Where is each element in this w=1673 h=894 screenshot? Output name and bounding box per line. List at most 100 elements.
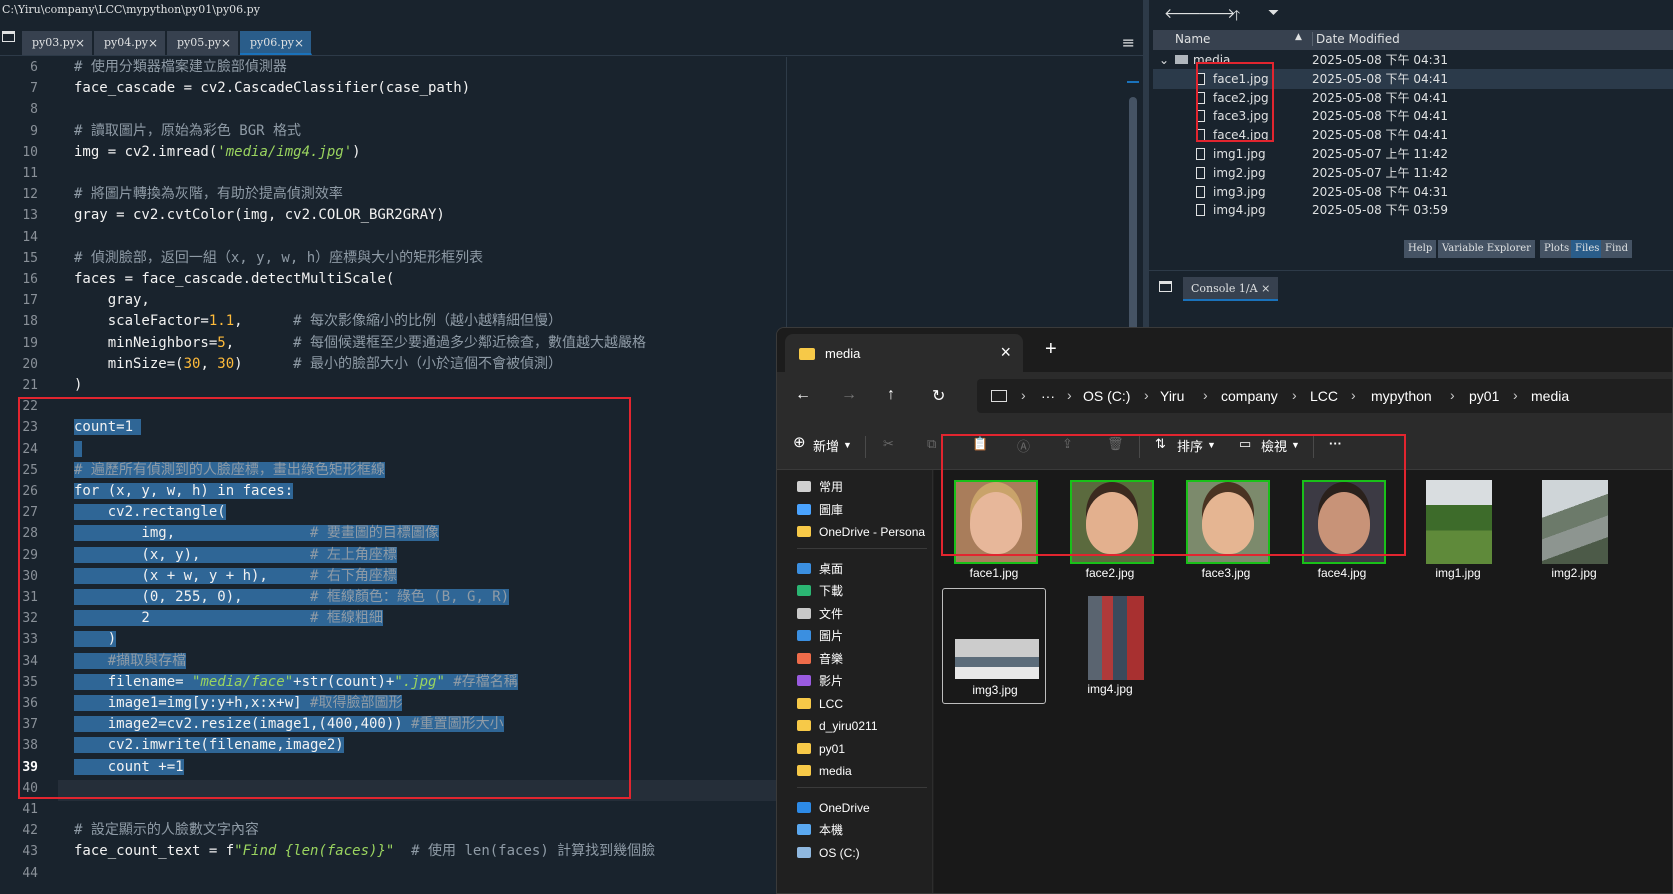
sidebar-item[interactable]: 圖庫 (797, 499, 937, 521)
file-thumbnail[interactable]: img3.jpg (942, 588, 1046, 704)
new-button[interactable]: 新增 (813, 436, 839, 455)
code-line[interactable]: minSize=(30, 30) # 最小的臉部大小（小於這個不會被偵測） (74, 354, 562, 375)
tab-console[interactable]: Console 1/A × (1183, 277, 1279, 301)
image-file-icon (1196, 166, 1205, 179)
copy-icon[interactable]: ⧉ (927, 436, 936, 452)
annotation-box-faces (941, 434, 1406, 556)
file-name: img4.jpg (1087, 682, 1133, 696)
tab-variable-explorer[interactable]: Variable Explorer (1438, 240, 1535, 258)
scrollbar-thumb[interactable] (1129, 97, 1137, 357)
code-line[interactable]: scaleFactor=1.1, # 每次影像縮小的比例（越小越精細但慢） (74, 311, 562, 332)
back-arrow-icon[interactable]: 🡐 (1164, 5, 1202, 22)
breadcrumb-lcc[interactable]: LCC (1310, 388, 1338, 404)
code-line[interactable]: # 使用分類器檔案建立臉部偵測器 (74, 57, 287, 78)
breadcrumb-mypython[interactable]: mypython (1371, 388, 1432, 404)
forward-arrow-icon[interactable]: 🡒 (1198, 5, 1236, 22)
code-line[interactable]: # 將圖片轉換為灰階，有助於提高偵測效率 (74, 184, 343, 205)
close-icon[interactable]: × (221, 31, 231, 55)
tab-py04[interactable]: py04.py × (94, 31, 166, 55)
code-line[interactable]: gray, (74, 290, 150, 311)
file-name: img3.jpg (972, 683, 1018, 697)
close-icon[interactable]: × (1000, 342, 1011, 363)
folder-icon (1175, 55, 1188, 64)
pane-browse-icon[interactable] (1159, 281, 1172, 292)
line-number: 41 (22, 802, 38, 817)
close-icon[interactable]: × (1261, 282, 1270, 295)
new-tab-icon[interactable]: + (1045, 338, 1057, 361)
sidebar-item-lcc[interactable]: LCC (797, 693, 937, 715)
tab-files[interactable]: Files (1571, 240, 1604, 258)
chevron-down-icon[interactable]: ⌄ (1159, 50, 1169, 70)
sidebar-item-onedrive[interactable]: OneDrive (797, 797, 937, 819)
file-explorer-window: media × + ← → ↑ ↻ › ··· › OS (C:) › Yiru… (776, 327, 1673, 894)
tree-item-date: 2025-05-07 上午 11:42 (1312, 147, 1448, 161)
tree-file-item[interactable]: img1.jpg 2025-05-07 上午 11:42 (1153, 144, 1673, 164)
file-thumbnail[interactable]: img1.jpg (1406, 472, 1510, 588)
sidebar-item[interactable]: 本機 (797, 819, 937, 841)
breadcrumb-company[interactable]: company (1221, 388, 1278, 404)
tree-file-item[interactable]: img4.jpg 2025-05-08 下午 03:59 (1153, 200, 1673, 220)
cut-icon[interactable]: ✂ (883, 436, 894, 452)
filter-icon[interactable]: ⏷ (1268, 5, 1279, 21)
close-icon[interactable]: × (75, 31, 85, 55)
sidebar-item-media[interactable]: media (797, 760, 937, 782)
file-thumbnail[interactable]: img2.jpg (1522, 472, 1626, 588)
forward-arrow-icon[interactable]: → (841, 386, 857, 404)
up-arrow-icon[interactable]: 🡑 (1233, 5, 1240, 29)
sidebar-item[interactable]: 圖片📌 (797, 625, 951, 647)
code-line[interactable]: ) (74, 375, 82, 396)
code-line[interactable]: gray = cv2.cvtColor(img, cv2.COLOR_BGR2G… (74, 205, 445, 226)
pane-browse-icon[interactable] (2, 31, 15, 42)
sidebar-item[interactable]: 影片📌 (797, 670, 951, 692)
sidebar-item-onedrive-persona[interactable]: OneDrive - Persona (797, 521, 937, 543)
tab-py05[interactable]: py05.py × (167, 31, 239, 55)
breadcrumb-os[interactable]: OS (C:) (1083, 388, 1130, 404)
desktop-icon (797, 562, 811, 574)
tab-py06[interactable]: py06.py × (240, 31, 312, 55)
sidebar-item[interactable]: 文件📌 (797, 603, 951, 625)
code-line[interactable]: minNeighbors=5, # 每個候選框至少要通過多少鄰近檢查，數值越大越… (74, 333, 646, 354)
close-icon[interactable]: × (148, 31, 158, 55)
up-arrow-icon[interactable]: ↑ (887, 386, 895, 404)
sidebar-item[interactable]: 常用 (797, 476, 937, 498)
sidebar-item-os-c[interactable]: OS (C:) (797, 842, 937, 864)
sidebar-item-py01[interactable]: py01 (797, 738, 937, 760)
hamburger-menu-icon[interactable]: ≡ (1122, 33, 1135, 52)
tree-file-item[interactable]: img3.jpg 2025-05-08 下午 04:31 (1153, 182, 1673, 202)
back-arrow-icon[interactable]: ← (795, 386, 811, 404)
code-line[interactable]: face_count_text = f"Find {len(faces)}" #… (74, 841, 655, 862)
address-bar[interactable]: › ··· › OS (C:) › Yiru › company › LCC ›… (977, 379, 1672, 413)
sidebar-item[interactable]: 桌面📌 (797, 558, 951, 580)
tree-file-item[interactable]: img2.jpg 2025-05-07 上午 11:42 (1153, 163, 1673, 183)
tab-find[interactable]: Find (1601, 240, 1632, 258)
code-line[interactable]: # 設定顯示的人臉數文字內容 (74, 820, 259, 841)
tab-plots[interactable]: Plots (1540, 240, 1574, 258)
image-file-icon (1196, 185, 1205, 198)
code-line[interactable]: face_cascade = cv2.CascadeClassifier(cas… (74, 78, 470, 99)
breadcrumb-media[interactable]: media (1531, 388, 1569, 404)
column-date-modified[interactable]: Date Modified (1312, 32, 1400, 46)
sidebar-item[interactable]: 音樂📌 (797, 648, 951, 670)
code-line[interactable]: img = cv2.imread('media/img4.jpg') (74, 142, 361, 163)
console-tab-label: Console 1/A (1191, 282, 1258, 295)
explorer-navbar: ← → ↑ ↻ › ··· › OS (C:) › Yiru › company… (777, 372, 1672, 422)
tab-py03[interactable]: py03.py × (22, 31, 93, 55)
line-number: 12 (22, 187, 38, 202)
breadcrumb-yiru[interactable]: Yiru (1160, 388, 1184, 404)
code-line[interactable]: faces = face_cascade.detectMultiScale( (74, 269, 394, 290)
pictures-icon (797, 630, 811, 641)
refresh-icon[interactable]: ↻ (932, 386, 945, 406)
tree-item-date: 2025-05-08 下午 04:41 (1312, 128, 1448, 143)
code-line[interactable]: # 讀取圖片，原始為彩色 BGR 格式 (74, 121, 301, 142)
column-name[interactable]: Name (1175, 32, 1210, 46)
file-thumbnail[interactable]: img4.jpg (1058, 588, 1162, 704)
sidebar-item[interactable]: 下載📌 (797, 580, 951, 602)
code-line[interactable]: # 偵測臉部，返回一組（x, y, w, h）座標與大小的矩形框列表 (74, 248, 483, 269)
tab-help[interactable]: Help (1404, 240, 1437, 258)
breadcrumb-py01[interactable]: py01 (1469, 388, 1499, 404)
explorer-tab-media[interactable]: media × (785, 334, 1023, 372)
close-icon[interactable]: × (294, 31, 304, 55)
sidebar-item-d-yiru0211[interactable]: d_yiru0211 (797, 715, 937, 737)
tree-item-date: 2025-05-08 下午 04:31 (1312, 53, 1448, 67)
ellipsis-icon[interactable]: ··· (1041, 388, 1055, 404)
